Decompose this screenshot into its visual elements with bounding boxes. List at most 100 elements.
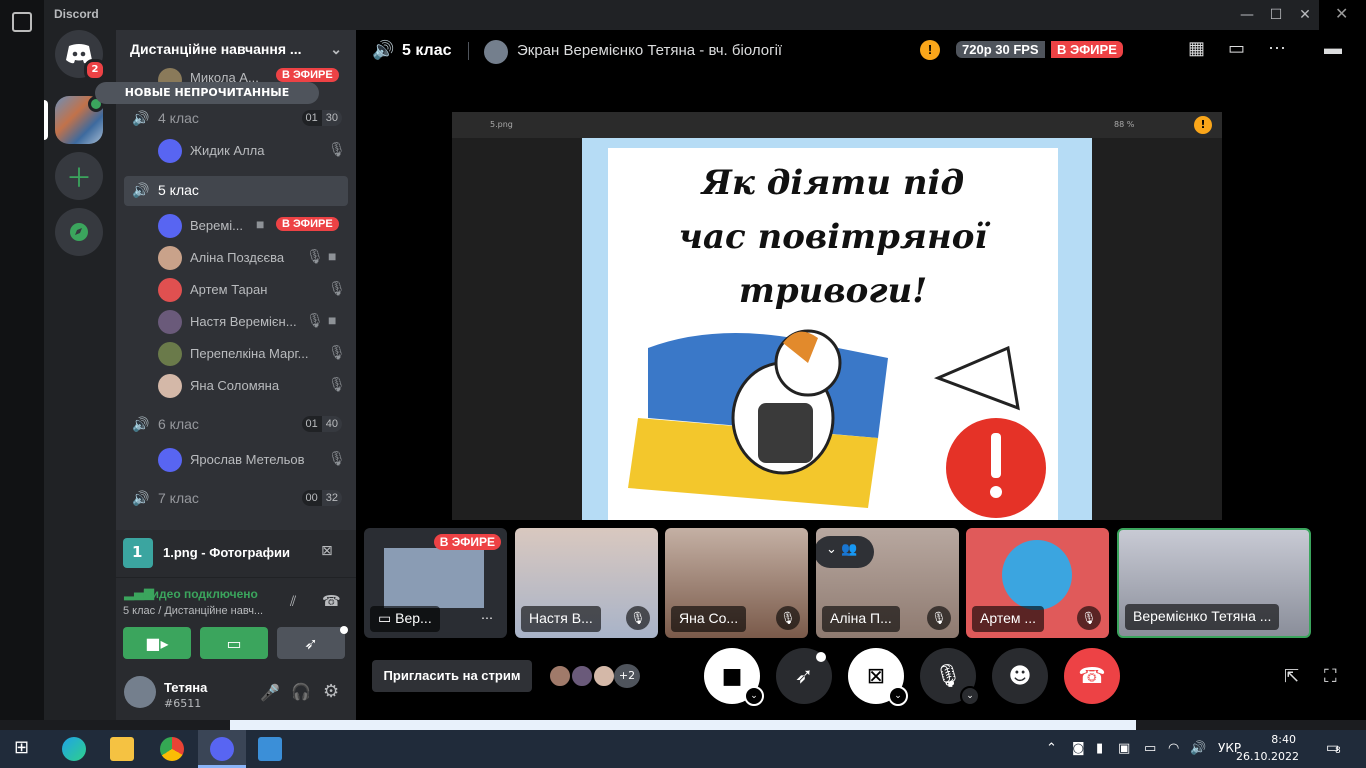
video-button[interactable]: ■▸ bbox=[123, 627, 191, 659]
invite-to-stream-button[interactable]: Пригласить на стрим bbox=[372, 660, 532, 692]
chevron-up-icon[interactable]: ⌃ bbox=[1046, 741, 1057, 756]
headphones-icon[interactable]: 🎧 bbox=[291, 682, 311, 701]
list-item[interactable]: Яна Соломяна 🎙 bbox=[158, 370, 348, 400]
camera-toggle-button[interactable]: ■ ⌄ bbox=[704, 648, 764, 706]
volume-icon[interactable]: 🔊 bbox=[1190, 741, 1206, 756]
microphone-tray-icon[interactable]: ▮ bbox=[1096, 741, 1103, 756]
channel-6-class[interactable]: 🔊 6 клас 01 40 bbox=[124, 410, 348, 440]
server-header[interactable]: Дистанційне навчання ... ⌄ bbox=[116, 30, 356, 70]
warning-icon[interactable]: ! bbox=[920, 40, 940, 60]
list-item[interactable]: Веремі... ■ В ЭФИРЕ bbox=[158, 210, 348, 240]
new-unread-button[interactable]: НОВЫЕ НЕПРОЧИТАННЫЕ bbox=[95, 82, 319, 104]
mute-icon: 🎙 bbox=[1077, 606, 1101, 630]
user-name: Жидик Алла bbox=[190, 143, 265, 158]
emoji-button[interactable]: ☻ bbox=[992, 648, 1048, 704]
chevron-down-icon[interactable]: ⌄ bbox=[888, 686, 908, 706]
more-options-icon[interactable]: ⋯ bbox=[475, 606, 499, 630]
screen-tray-icon[interactable]: ▣ bbox=[1118, 741, 1130, 756]
shared-screen[interactable]: 5.png 88 % ! Як діяти під час повітряної… bbox=[452, 112, 1222, 520]
discord-taskbar-icon[interactable] bbox=[210, 737, 234, 761]
explore-servers-button[interactable] bbox=[55, 208, 103, 256]
channel-name: 6 клас bbox=[158, 416, 199, 432]
file-explorer-icon[interactable] bbox=[110, 737, 134, 761]
discord-window: Discord — ☐ ✕ 2 ＋ Дистанційне навчання .… bbox=[44, 0, 1342, 720]
chevron-down-icon[interactable]: ⌄ bbox=[960, 686, 980, 706]
close-icon[interactable]: ✕ bbox=[1335, 4, 1348, 23]
poster-title: Як діяти під час повітряної тривоги! bbox=[678, 163, 988, 311]
add-server-button[interactable]: ＋ bbox=[55, 152, 103, 200]
microphone-icon[interactable]: 🎤 bbox=[260, 683, 280, 702]
start-button[interactable]: ⊞ bbox=[14, 737, 38, 761]
list-item[interactable]: Ярослав Метельов 🎙 bbox=[158, 444, 348, 474]
channel-5-class[interactable]: 🔊 5 клас bbox=[124, 176, 348, 206]
chat-icon[interactable]: ▬ bbox=[1324, 38, 1342, 59]
edge-icon[interactable] bbox=[62, 737, 86, 761]
participant-tile[interactable]: Артем ... 🎙 bbox=[966, 528, 1109, 638]
participant-tile[interactable]: ⌄ 👥 Аліна П... 🎙 bbox=[816, 528, 959, 638]
mute-icon: 🎙 bbox=[328, 344, 346, 360]
channel-7-class[interactable]: 🔊 7 клас 00 32 bbox=[124, 484, 348, 514]
stream-area: 🔊 5 клас Экран Веремієнко Тетяна - вч. б… bbox=[356, 30, 1342, 720]
list-item[interactable]: Аліна Поздєєва 🎙 ■ bbox=[158, 242, 348, 272]
photos-taskbar-icon[interactable] bbox=[258, 737, 282, 761]
user-count: 00 32 bbox=[301, 490, 342, 506]
mute-icon: 🎙 bbox=[306, 248, 324, 264]
disconnect-icon[interactable]: ☎ bbox=[322, 592, 341, 610]
wifi-icon[interactable]: ◠ bbox=[1168, 741, 1179, 756]
inbox-icon[interactable]: ▭ bbox=[1228, 38, 1245, 59]
windows-taskbar: ⊞ ⌃ ◙ ▮ ▣ ▭ ◠ 🔊 УКР 8:40 26.10.2022 ▭ 8 bbox=[0, 730, 1366, 768]
new-dot bbox=[340, 626, 348, 634]
chrome-icon[interactable] bbox=[160, 737, 184, 761]
maximize-button[interactable]: ☐ bbox=[1266, 6, 1286, 24]
clock-date[interactable]: 26.10.2022 bbox=[1236, 750, 1299, 763]
chevron-down-icon[interactable]: ⌄ bbox=[744, 686, 764, 706]
list-item[interactable]: Настя Веремієн... 🎙 ■ bbox=[158, 306, 348, 336]
microphone-button[interactable]: 🎙 ⌄ bbox=[920, 648, 980, 706]
rocket-icon: ➶ bbox=[304, 633, 318, 653]
speaker-icon: 🔊 bbox=[132, 416, 150, 432]
list-item[interactable]: Жидик Алла 🎙 bbox=[158, 135, 348, 165]
activity-button[interactable]: ➶ bbox=[277, 627, 345, 659]
list-item[interactable]: Артем Таран 🎙 bbox=[158, 274, 348, 304]
fullscreen-icon[interactable]: ⛶ bbox=[1324, 666, 1337, 687]
voice-detail[interactable]: 5 клас / Дистанційне навч... bbox=[123, 605, 263, 617]
stop-activity-icon[interactable]: ⊠ bbox=[321, 543, 333, 559]
mute-icon: 🎙 bbox=[328, 280, 346, 296]
user-name: Перепелкіна Марг... bbox=[190, 346, 309, 361]
popout-icon[interactable]: ⇱ bbox=[1284, 666, 1299, 687]
grid-layout-icon[interactable]: ▦ bbox=[1188, 38, 1205, 59]
speaker-icon: 🔊 bbox=[372, 40, 395, 60]
disconnect-button[interactable]: ☎ bbox=[1064, 648, 1120, 704]
avatar bbox=[592, 664, 616, 688]
screen-share-button[interactable]: ▭ bbox=[200, 627, 268, 659]
battery-icon[interactable]: ▭ bbox=[1144, 741, 1156, 756]
server-list: 2 ＋ bbox=[44, 30, 116, 720]
more-options-icon[interactable]: ⋯ bbox=[1268, 38, 1286, 59]
avatar[interactable] bbox=[124, 676, 156, 708]
stop-screen-share-button[interactable]: ⊠ ⌄ bbox=[848, 648, 908, 706]
stream-preview bbox=[384, 548, 484, 608]
poster-canvas: Як діяти під час повітряної тривоги! bbox=[608, 148, 1058, 520]
list-item[interactable]: Перепелкіна Марг... 🎙 bbox=[158, 338, 348, 368]
voice-status[interactable]: Видео подключено bbox=[143, 587, 258, 601]
mute-icon: 🎙 bbox=[328, 450, 346, 466]
exclamation-dot bbox=[990, 486, 1002, 498]
avatar bbox=[158, 214, 182, 238]
participant-tile[interactable]: В ЭФИРЕ ▭ Вер... ⋯ bbox=[364, 528, 507, 638]
screen-share-off-icon: ⊠ bbox=[866, 663, 886, 689]
participant-tile[interactable]: Яна Со... 🎙 bbox=[665, 528, 808, 638]
close-window-button[interactable]: ✕ bbox=[1295, 6, 1315, 24]
participant-tile-speaking[interactable]: Веремієнко Тетяна ... bbox=[1117, 528, 1311, 638]
noise-suppression-icon[interactable]: ⫽ bbox=[290, 594, 296, 610]
speaker-icon: 🔊 bbox=[132, 110, 150, 126]
participants-toggle-button[interactable]: ⌄ 👥 bbox=[816, 536, 874, 568]
minimize-button[interactable]: — bbox=[1237, 6, 1257, 24]
channel-4-class[interactable]: 🔊 4 клас 01 30 bbox=[124, 104, 348, 134]
activity-title: 1.png - Фотографии bbox=[163, 545, 291, 560]
desktop-icon[interactable] bbox=[12, 12, 32, 32]
meet-icon[interactable]: ◙ bbox=[1072, 741, 1085, 756]
mute-icon: 🎙 bbox=[306, 312, 324, 328]
gear-icon[interactable]: ⚙ bbox=[323, 681, 339, 702]
participant-tile[interactable]: Настя В... 🎙 bbox=[515, 528, 658, 638]
clock-time[interactable]: 8:40 bbox=[1260, 733, 1296, 746]
